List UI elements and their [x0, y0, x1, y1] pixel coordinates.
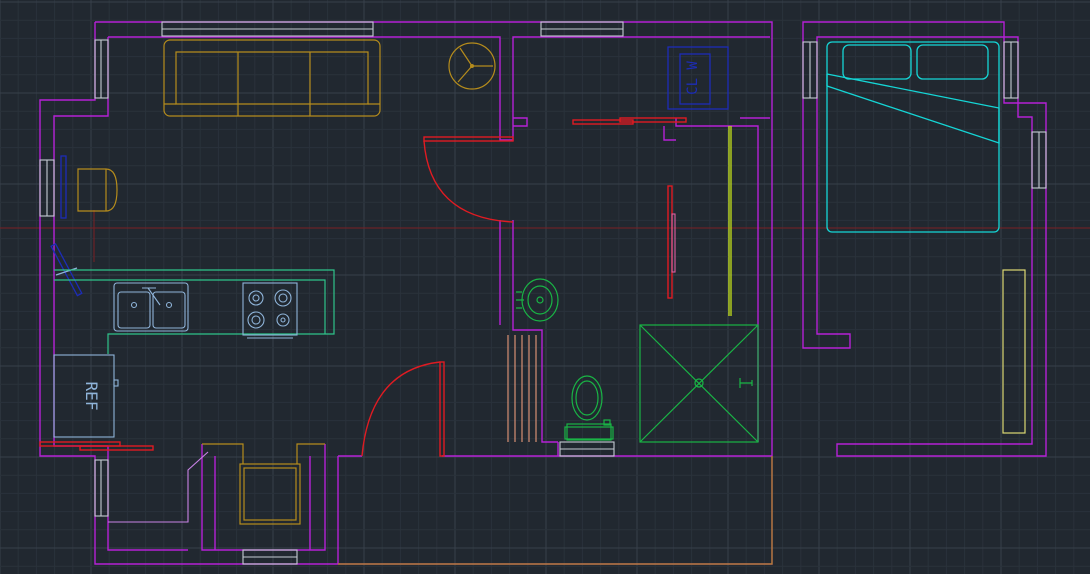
closet-shelf	[108, 443, 325, 523]
door-bath-vertical-1	[667, 185, 673, 299]
wardrobe-icon[interactable]	[1002, 269, 1026, 434]
fridge-label: REF	[82, 382, 101, 411]
door-swing-hall	[423, 140, 514, 223]
double-sink-icon[interactable]	[113, 282, 189, 332]
refrigerator-icon[interactable]: REF	[53, 354, 119, 438]
bed-icon[interactable]	[826, 41, 1000, 233]
washer-dryer-label: CL W	[685, 61, 701, 95]
cad-drawing-canvas[interactable]: REF CL W	[0, 0, 1090, 574]
bath-partition-glass	[728, 126, 732, 316]
door-swing-entry	[361, 361, 441, 457]
round-table-icon[interactable]	[448, 42, 496, 90]
lavatory-icon[interactable]	[516, 278, 559, 322]
armchair-icon[interactable]	[77, 168, 118, 212]
shower-icon[interactable]	[639, 324, 759, 443]
door-leaf-entry	[439, 361, 445, 457]
linen-shelf	[507, 335, 537, 442]
doors	[39, 117, 687, 457]
toilet-icon[interactable]	[564, 375, 614, 441]
sofa-icon[interactable]	[163, 39, 381, 117]
